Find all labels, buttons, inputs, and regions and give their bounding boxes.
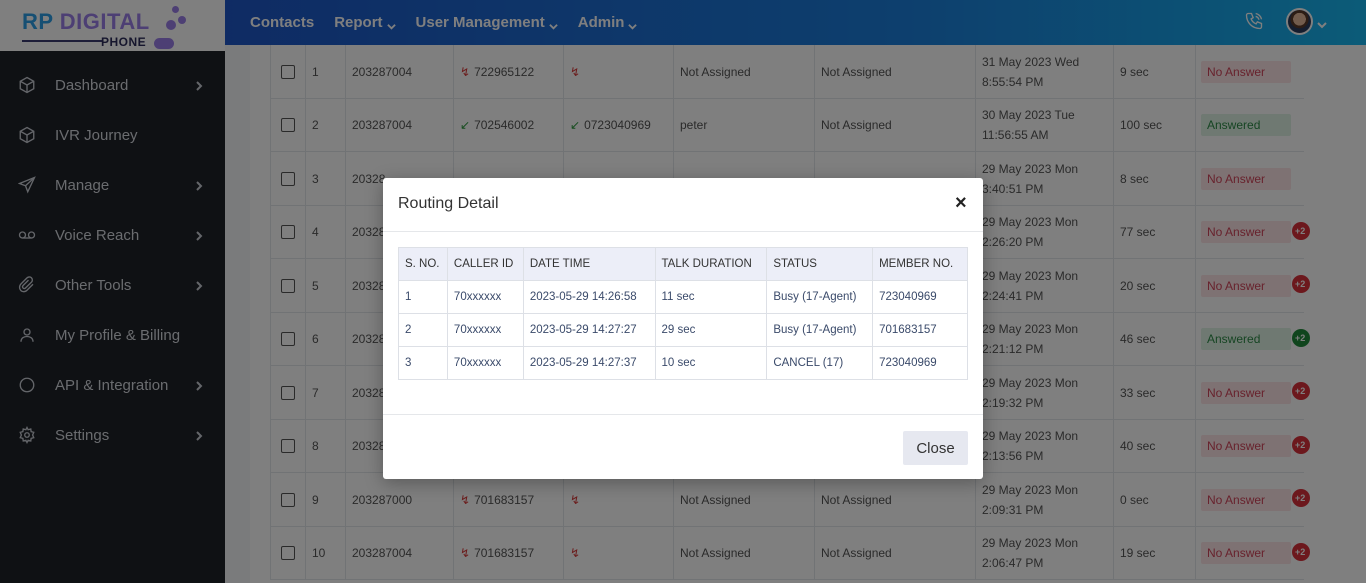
modal-title: Routing Detail [398, 195, 499, 212]
routing-column-header: CALLER ID [446, 247, 524, 281]
routing-cell: 29 sec [654, 313, 768, 347]
routing-cell: 70xxxxxx [446, 346, 524, 380]
routing-cell: 70xxxxxx [446, 280, 524, 314]
routing-column-header: TALK DURATION [654, 247, 768, 281]
routing-column-header: STATUS [766, 247, 874, 281]
routing-cell: 70xxxxxx [446, 313, 524, 347]
routing-column-header: MEMBER NO. [872, 247, 968, 281]
routing-cell: 2023-05-29 14:26:58 [522, 280, 656, 314]
routing-cell: 2 [398, 313, 448, 347]
routing-column-header: S. NO. [398, 247, 448, 281]
close-button[interactable]: Close [903, 431, 968, 465]
routing-cell: 2023-05-29 14:27:37 [522, 346, 656, 380]
routing-cell: 3 [398, 346, 448, 380]
routing-cell: 11 sec [654, 280, 768, 314]
modal-body: S. NO. CALLER ID DATE TIME TALK DURATION STA… [398, 247, 968, 380]
routing-cell: CANCEL (17) [766, 346, 874, 380]
routing-column-header: DATE TIME [522, 247, 656, 281]
close-icon[interactable]: × [955, 193, 967, 213]
routing-table: S. NO. CALLER ID DATE TIME TALK DURATION STA… [398, 247, 968, 380]
routing-cell: 2023-05-29 14:27:27 [522, 313, 656, 347]
routing-cell: 10 sec [654, 346, 768, 380]
modal-header: Routing Detail × [383, 178, 983, 232]
routing-row: 2 70xxxxxx 2023-05-29 14:27:27 29 sec Busy (… [398, 313, 968, 347]
routing-row: 3 70xxxxxx 2023-05-29 14:27:37 10 sec CANCEL… [398, 346, 968, 380]
routing-cell: Busy (17-Agent) [766, 280, 874, 314]
routing-row: 1 70xxxxxx 2023-05-29 14:26:58 11 sec Busy (… [398, 280, 968, 314]
routing-cell: 723040969 [872, 346, 968, 380]
routing-detail-modal: Routing Detail × S. NO. CALLER ID DATE TIM… [383, 178, 983, 479]
routing-cell: 701683157 [872, 313, 968, 347]
routing-cell: Busy (17-Agent) [766, 313, 874, 347]
modal-footer: Close [383, 414, 983, 479]
routing-cell: 723040969 [872, 280, 968, 314]
routing-cell: 1 [398, 280, 448, 314]
